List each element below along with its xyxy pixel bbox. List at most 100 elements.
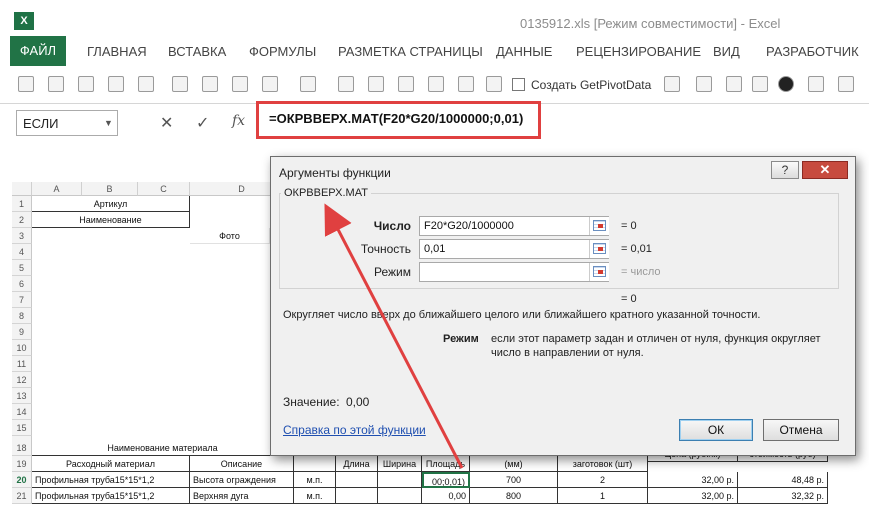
share-icon[interactable] [458, 76, 474, 92]
cell-width-header[interactable]: Ширина [378, 456, 422, 472]
select-all-corner[interactable] [12, 182, 32, 196]
redo-icon[interactable] [300, 76, 316, 92]
column-header[interactable]: B [82, 182, 138, 196]
ball-icon[interactable] [778, 76, 794, 92]
copy-icon[interactable] [202, 76, 218, 92]
picture-icon[interactable] [808, 76, 824, 92]
row-header[interactable]: 7 [12, 292, 32, 308]
cell-consumable-header[interactable]: Расходный материал [32, 456, 190, 472]
cell-j21[interactable]: 1 [558, 488, 648, 504]
row-header[interactable]: 13 [12, 388, 32, 404]
tab-home[interactable]: ГЛАВНАЯ [87, 44, 147, 59]
cancel-icon[interactable]: ✕ [160, 113, 173, 133]
arg-input-mode[interactable] [419, 262, 609, 282]
collapse-dialog-icon[interactable] [589, 263, 609, 281]
row-header[interactable]: 21 [12, 488, 32, 504]
cell-j20[interactable]: 2 [558, 472, 648, 488]
cell-e21[interactable]: м.п. [294, 488, 336, 504]
tab-page-layout[interactable]: РАЗМЕТКА СТРАНИЦЫ [338, 44, 483, 59]
pane-icon[interactable] [752, 76, 768, 92]
cell-d3[interactable]: Фото [190, 228, 270, 244]
help-button[interactable]: ? [771, 161, 799, 179]
row-header[interactable]: 19 [12, 456, 32, 472]
insert-function-icon[interactable]: fx [232, 113, 245, 129]
chart-icon[interactable] [838, 76, 854, 92]
tab-file[interactable]: ФАЙЛ [10, 36, 66, 66]
cell-blanks-header[interactable]: заготовок (шт) [558, 456, 648, 472]
cell-g20[interactable] [378, 472, 422, 488]
cell-length-header[interactable]: Длина [336, 456, 378, 472]
chevron-down-icon[interactable]: ▼ [104, 118, 113, 128]
getpivotdata-checkbox[interactable] [512, 78, 525, 91]
row-header[interactable]: 4 [12, 244, 32, 260]
cell-b2[interactable]: Наименование [32, 212, 190, 228]
row-header[interactable]: 12 [12, 372, 32, 388]
ok-button[interactable]: ОК [679, 419, 753, 441]
cell-material-header[interactable]: Наименование материала [32, 440, 294, 456]
cell-h20-selected[interactable]: 00;0,01) [422, 472, 470, 488]
tab-view[interactable]: ВИД [713, 44, 740, 59]
function-help-link[interactable]: Справка по этой функции [283, 423, 426, 437]
tab-data[interactable]: ДАННЫЕ [496, 44, 552, 59]
cell-mm-header[interactable]: (мм) [470, 456, 558, 472]
cell-area-header[interactable]: Площадь [422, 456, 470, 472]
cell-k20[interactable]: 32,00 р. [648, 472, 738, 488]
cell-i20[interactable]: 700 [470, 472, 558, 488]
column-header[interactable]: A [32, 182, 82, 196]
cell-g21[interactable] [378, 488, 422, 504]
row-header[interactable]: 15 [12, 420, 32, 436]
layout-icon[interactable] [726, 76, 742, 92]
row-header[interactable]: 11 [12, 356, 32, 372]
check-icon[interactable] [138, 76, 154, 92]
table-icon[interactable] [664, 76, 680, 92]
cell-l21[interactable]: 32,32 р. [738, 488, 828, 504]
sort-icon[interactable] [18, 76, 34, 92]
tab-insert[interactable]: ВСТАВКА [168, 44, 226, 59]
cell-f20[interactable] [336, 472, 378, 488]
tab-review[interactable]: РЕЦЕНЗИРОВАНИЕ [576, 44, 701, 59]
row-header[interactable]: 1 [12, 196, 32, 212]
enter-icon[interactable]: ✓ [196, 113, 209, 133]
column-header[interactable]: C [138, 182, 190, 196]
cell-h21[interactable]: 0,00 [422, 488, 470, 504]
collapse-dialog-icon[interactable] [589, 217, 609, 235]
tab-developer[interactable]: РАЗРАБОТЧИК [766, 44, 859, 59]
close-button[interactable]: ✕ [802, 161, 848, 179]
excel-icon[interactable]: X [14, 12, 34, 30]
cell-d20[interactable]: Высота ограждения [190, 472, 294, 488]
row-header[interactable]: 3 [12, 228, 32, 244]
refresh-icon[interactable] [486, 76, 502, 92]
formula-icon[interactable] [78, 76, 94, 92]
arg-input-precision[interactable]: 0,01 [419, 239, 609, 259]
grid-icon[interactable] [696, 76, 712, 92]
document-icon[interactable] [398, 76, 414, 92]
tab-formulas[interactable]: ФОРМУЛЫ [249, 44, 316, 59]
row-header[interactable]: 18 [12, 440, 32, 456]
undo-icon[interactable] [262, 76, 278, 92]
arg-input-number[interactable]: F20*G20/1000000 [419, 216, 609, 236]
name-box[interactable]: ЕСЛИ [16, 110, 118, 136]
paste-icon[interactable] [232, 76, 248, 92]
row-header[interactable]: 2 [12, 212, 32, 228]
lock-icon[interactable] [338, 76, 354, 92]
cell-description-header[interactable]: Описание [190, 456, 294, 472]
row-header[interactable]: 6 [12, 276, 32, 292]
row-header[interactable]: 9 [12, 324, 32, 340]
protect-sheet-icon[interactable] [428, 76, 444, 92]
cell-l20[interactable]: 48,48 р. [738, 472, 828, 488]
new-document-icon[interactable] [172, 76, 188, 92]
cell-a20[interactable]: Профильная труба15*15*1,2 [32, 472, 190, 488]
row-header[interactable]: 10 [12, 340, 32, 356]
cell-k21[interactable]: 32,00 р. [648, 488, 738, 504]
cell-f21[interactable] [336, 488, 378, 504]
cell-b1[interactable]: Артикул [32, 196, 190, 212]
function-icon[interactable] [48, 76, 64, 92]
filter-icon[interactable] [108, 76, 124, 92]
collapse-dialog-icon[interactable] [589, 240, 609, 258]
row-header[interactable]: 8 [12, 308, 32, 324]
shield-icon[interactable] [368, 76, 384, 92]
cell-a21[interactable]: Профильная труба15*15*1,2 [32, 488, 190, 504]
formula-input[interactable]: =ОКРВВЕРХ.МАТ(F20*G20/1000000;0,01) [256, 101, 541, 139]
row-header[interactable]: 5 [12, 260, 32, 276]
row-header[interactable]: 14 [12, 404, 32, 420]
